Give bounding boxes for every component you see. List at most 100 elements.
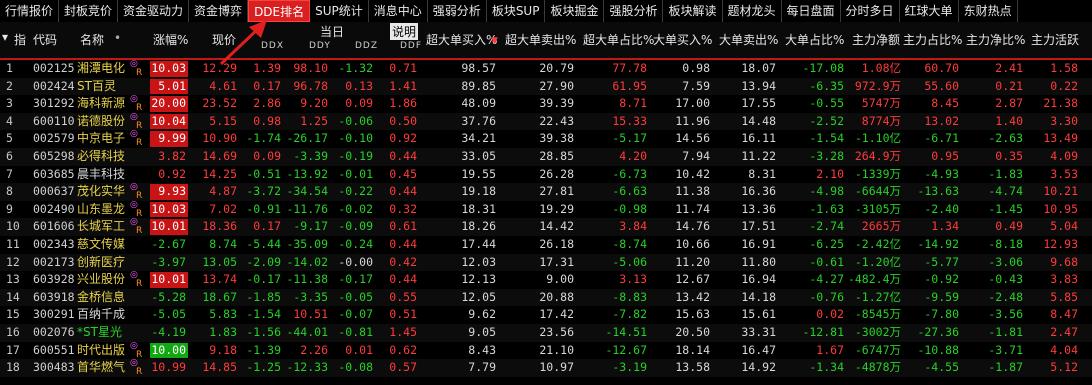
tab-13[interactable]: 每日盘面: [782, 0, 841, 22]
tab-6[interactable]: 消息中心: [369, 0, 428, 22]
col-main-active[interactable]: 主力活跃: [1031, 31, 1079, 48]
cell-c5: 11.80: [741, 254, 776, 269]
table-row[interactable]: 3 301292 海科新源 ◎ R 20.00 23.52 2.86 9.20 0.09 1.86 4…: [0, 95, 1092, 113]
col-ddx[interactable]: DDX: [261, 41, 284, 51]
col-code[interactable]: 代码: [33, 31, 57, 48]
table-row[interactable]: 1 002125 湘潭电化 ◎ R 10.03 12.29 1.39 98.10 -1.32 0.7…: [0, 60, 1092, 78]
stock-code: 002173: [33, 254, 75, 269]
col-index[interactable]: 指: [14, 31, 26, 48]
tab-9[interactable]: 板块掘金: [545, 0, 605, 22]
col-main-net-ratio[interactable]: 主力净比%: [966, 31, 1025, 48]
table-row[interactable]: 2 002424 ST百灵 5.01 4.61 0.17 96.78 0.13 1.41 89.8…: [0, 77, 1092, 96]
stock-code: 002125: [33, 61, 75, 75]
table-row[interactable]: 13 603928 兴业股份 ◎ R 10.01 13.74 -0.17 -11.38 -0.17…: [0, 271, 1092, 289]
table-row[interactable]: 15 300291 百纳千成 -5.05 5.83 -1.54 10.51 -0.07 0.51…: [0, 306, 1092, 324]
cell-c10: 5.12: [1050, 360, 1078, 375]
cell-c6: -4.27: [809, 272, 844, 287]
tab-12[interactable]: 题材龙头: [723, 0, 782, 22]
cell-c7: -6747万: [854, 342, 901, 357]
col-marker-dot: •: [114, 31, 122, 45]
stock-name: 创新医疗: [77, 254, 126, 269]
table-row[interactable]: 9 002490 山东墨龙 ◎ R 10.03 7.02 -0.91 -11.76 -0.02 0.…: [0, 200, 1092, 219]
cell-ddf: 0.44: [389, 272, 417, 287]
cell-ddf: 0.55: [389, 289, 417, 304]
tab-5[interactable]: SUP统计: [310, 0, 369, 22]
cell-ddf: 0.92: [389, 131, 417, 146]
col-name[interactable]: 名称: [80, 31, 104, 48]
cell-ddy: 10.51: [293, 307, 328, 322]
stock-name: 百纳千成: [77, 307, 126, 322]
col-super-ratio[interactable]: 超大单占比%: [583, 31, 654, 48]
col-price[interactable]: 现价: [212, 31, 236, 48]
tab-11[interactable]: 板块解读: [663, 0, 723, 22]
table-row[interactable]: 4 600110 诺德股份 ◎ R 10.04 5.15 0.98 1.25 -0.06 0.50 3…: [0, 112, 1092, 131]
col-large-sell[interactable]: 大单卖出%: [719, 31, 778, 48]
cell-c6: 2.10: [816, 166, 844, 181]
explain-button[interactable]: 说明: [390, 23, 419, 40]
col-main-net[interactable]: 主力净额: [852, 31, 900, 48]
tab-3[interactable]: 资金博弈: [189, 0, 249, 22]
stock-code: 603685: [33, 166, 75, 181]
table-row[interactable]: 18 300483 首华燃气 ◎ R 10.99 14.85 -1.25 -12.33 -0.08…: [0, 359, 1092, 377]
cell-c1: 12.05: [461, 289, 496, 304]
cell-ddz: 0.09: [345, 96, 373, 111]
col-ddy[interactable]: DDY: [309, 41, 331, 51]
cell-c5: 33.31: [741, 324, 776, 339]
cell-c9: -1.81: [988, 324, 1023, 339]
col-main-ratio[interactable]: 主力占比%: [903, 31, 962, 48]
tab-0[interactable]: 行情报价: [0, 0, 60, 22]
cell-c3: -5.17: [612, 131, 647, 146]
cell-c10: 2.47: [1050, 324, 1078, 339]
stock-code: 605298: [33, 148, 75, 163]
table-row[interactable]: 14 603918 金桥信息 -5.28 18.67 -1.85 -3.35 -0.05 0.5…: [0, 288, 1092, 307]
table-row[interactable]: 17 600551 时代出版 ◎ R 10.00 9.18 -1.39 2.26 0.01 0.62…: [0, 341, 1092, 360]
cell-c7: -6644万: [854, 184, 901, 199]
table-row[interactable]: 10 601606 长城军工 ◎ R 10.01 18.36 0.17 -9.17 -0.09 0.…: [0, 218, 1092, 236]
cell-c2: 20.88: [539, 289, 574, 304]
cell-ddy: -12.33: [286, 360, 328, 375]
cell-c9: -2.63: [988, 131, 1023, 146]
sort-menu-icon[interactable]: ▾: [2, 30, 8, 44]
cell-c6: -1.34: [809, 360, 844, 375]
tab-2[interactable]: 资金驱动力: [118, 0, 190, 22]
table-row[interactable]: 8 000637 茂化实华 ◎ R 9.93 4.87 -3.72 -34.54 -0.22 0.4…: [0, 183, 1092, 201]
col-large-ratio[interactable]: 大单占比%: [785, 31, 844, 48]
stock-name: 湘潭电化: [77, 61, 126, 75]
cell-ddx: -1.25: [246, 360, 281, 375]
change-pct: 0.92: [158, 166, 186, 181]
tab-8[interactable]: 板块SUP: [487, 0, 546, 22]
table-row[interactable]: 7 603685 晨丰科技 0.92 14.25 -0.51 -13.92 -0.01 0.45…: [0, 166, 1092, 184]
tab-16[interactable]: 东财热点: [959, 0, 1018, 22]
cell-c4: 7.94: [682, 148, 710, 163]
stock-name: 茂化实华: [77, 184, 126, 199]
change-pct: 5.01: [150, 78, 188, 95]
table-row[interactable]: 16 002076 *ST星光 -4.19 1.83 -1.56 -44.01 -0.81 1.…: [0, 323, 1092, 342]
col-ddf[interactable]: DDF: [400, 41, 422, 51]
cell-c2: 27.90: [539, 78, 574, 93]
col-change[interactable]: 涨幅%: [153, 31, 188, 48]
tab-15[interactable]: 红球大单: [900, 0, 959, 22]
cell-c2: 17.42: [539, 307, 574, 322]
cell-c7: 8774万: [861, 113, 901, 128]
tab-10[interactable]: 强股分析: [604, 0, 664, 22]
period-today[interactable]: 当日: [320, 23, 344, 40]
col-ddz[interactable]: DDZ: [355, 41, 378, 51]
cell-c6: 0.02: [816, 307, 844, 322]
cell-c5: 16.11: [741, 131, 776, 146]
tab-7[interactable]: 强弱分析: [428, 0, 487, 22]
tab-1[interactable]: 封板竞价: [59, 0, 119, 22]
col-super-sell[interactable]: 超大单卖出%: [505, 31, 576, 48]
table-row[interactable]: 5 002579 中京电子 ◎ R 9.99 10.90 -1.74 -26.17 -0.10 0.…: [0, 130, 1092, 148]
table-row[interactable]: 12 002173 创新医疗 -3.97 13.05 -2.09 -14.02 -0.00 0.…: [0, 253, 1092, 272]
tab-14[interactable]: 分时多日: [841, 0, 900, 22]
tab-4[interactable]: DDE排名: [248, 0, 311, 22]
cell-c6: -2.52: [809, 113, 844, 128]
col-large-buy[interactable]: 大单买入%: [653, 31, 712, 48]
table-row[interactable]: 6 605298 必得科技 3.82 14.69 0.09 -3.39 -0.19 0.44 33…: [0, 147, 1092, 166]
cell-ddx: -0.17: [246, 272, 281, 287]
col-super-buy[interactable]: 超大单买入%: [426, 31, 497, 48]
change-pct: 20.00: [150, 96, 188, 112]
cell-ddz: 0.01: [345, 342, 373, 357]
table-row[interactable]: 11 002343 慈文传媒 -2.67 8.74 -5.44 -35.09 -0.24 0.4…: [0, 236, 1092, 254]
stock-code: 301292: [33, 96, 75, 111]
